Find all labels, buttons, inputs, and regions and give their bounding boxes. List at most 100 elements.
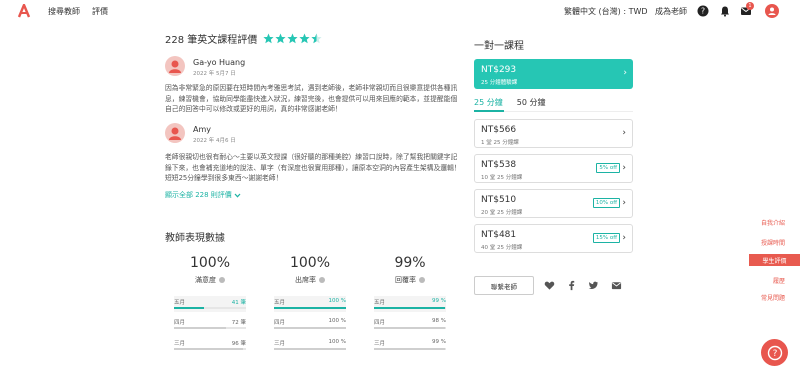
- progress-fill: [174, 348, 244, 350]
- chevron-right-icon: ›: [623, 68, 627, 78]
- discount-badge: 5% off: [596, 163, 620, 173]
- side-nav-intro[interactable]: 自我介紹: [761, 218, 785, 227]
- review-text: 因為非常緊急的原因要在短時間內考雅思考試，遇到老師後，老師非常親切而且很樂意提供…: [165, 84, 458, 113]
- month-value: 100 %: [328, 318, 346, 324]
- performance-title: 教師表現數據: [165, 233, 225, 244]
- month-label: 五月: [374, 300, 386, 306]
- become-teacher-link[interactable]: 成為老師: [655, 6, 687, 17]
- bell-icon[interactable]: [719, 5, 731, 17]
- progress-track: [374, 327, 446, 329]
- month-label: 五月: [274, 300, 286, 306]
- review-date: 2022 年 4月6 日: [193, 138, 236, 144]
- user-avatar[interactable]: [765, 4, 779, 18]
- progress-track: [274, 348, 346, 350]
- metric-attendance: 100% 出席率: [267, 255, 353, 285]
- package-sub: 10 堂 25 分鐘課: [481, 175, 523, 181]
- package-card[interactable]: NT$538 10 堂 25 分鐘課 5% off ›: [474, 154, 633, 183]
- package-card[interactable]: NT$481 40 堂 25 分鐘課 15% off ›: [474, 224, 633, 253]
- month-value: 72 筆: [231, 320, 246, 326]
- review-text: 老師很親切也很有耐心～主要以英文授課（很好聽的那種美腔）練習口說時，除了幫我把關…: [165, 153, 461, 182]
- month-label: 三月: [274, 341, 286, 347]
- email-share-icon[interactable]: [611, 280, 622, 291]
- nav-link-reviews[interactable]: 評價: [92, 6, 108, 17]
- month-label: 四月: [374, 320, 386, 326]
- month-label: 三月: [174, 341, 186, 347]
- facebook-icon[interactable]: [566, 280, 577, 291]
- star-icon: [263, 33, 274, 44]
- metric-satisfaction: 100% 滿意度: [167, 255, 253, 285]
- metric-label: 滿意度: [195, 276, 216, 284]
- twitter-icon[interactable]: [588, 280, 599, 291]
- metric-month-row: 四月 100 %: [274, 316, 346, 332]
- month-value: 100 %: [328, 339, 346, 345]
- discount-badge: 10% off: [592, 198, 620, 208]
- metric-value: 99%: [394, 255, 426, 271]
- side-nav-resume[interactable]: 履歷: [773, 276, 785, 285]
- month-label: 五月: [174, 300, 186, 306]
- help-button[interactable]: ?: [761, 339, 788, 366]
- metric-label: 回覆率: [395, 276, 416, 284]
- locale-selector[interactable]: 繁體中文 (台灣) : TWD: [564, 6, 648, 17]
- logo-icon[interactable]: [17, 4, 31, 18]
- nav-link-find-teacher[interactable]: 搜尋教師: [48, 6, 80, 17]
- progress-fill: [174, 327, 226, 329]
- reviewer-avatar: [165, 123, 185, 143]
- heart-icon[interactable]: [544, 280, 555, 291]
- reviews-header: 228 筆英文課程評價: [165, 31, 322, 46]
- reviewer-avatar: [165, 56, 185, 76]
- notification-badge: 1: [746, 2, 754, 10]
- chevron-right-icon: ›: [622, 163, 626, 173]
- top-nav: 搜尋教師 評價 繁體中文 (台灣) : TWD 成為老師 ? 1: [0, 0, 800, 22]
- metric-month-row: 四月 72 筆: [174, 316, 246, 332]
- metric-month-row: 四月 98 %: [374, 316, 446, 332]
- package-price: NT$510: [481, 195, 517, 205]
- star-icon: [287, 33, 298, 44]
- month-label: 四月: [174, 320, 186, 326]
- info-icon[interactable]: [219, 277, 225, 283]
- metric-value: 100%: [189, 255, 231, 271]
- duration-tabs: 25 分鐘 50 分鐘: [474, 97, 545, 108]
- reviews-title: 228 筆英文課程評價: [165, 35, 258, 46]
- show-all-reviews-link[interactable]: 顯示全部 228 則評價: [165, 190, 241, 200]
- metric-month-row: 三月 99 %: [374, 337, 446, 353]
- metric-month-row: 五月 99 %: [374, 296, 446, 312]
- info-icon[interactable]: [319, 277, 325, 283]
- person-icon: [169, 127, 181, 140]
- progress-fill: [274, 327, 346, 329]
- contact-teacher-button[interactable]: 聯繫老師: [474, 276, 534, 295]
- metric-value: 100%: [289, 255, 331, 271]
- reviewer-name: Ga-yo Huang: [193, 58, 246, 67]
- person-icon: [169, 60, 181, 73]
- star-icon: [299, 33, 310, 44]
- metric-month-row: 三月 100 %: [274, 337, 346, 353]
- side-nav-faq[interactable]: 常見問題: [761, 293, 785, 302]
- half-star-icon: [311, 33, 322, 44]
- package-card[interactable]: NT$510 20 堂 25 分鐘課 10% off ›: [474, 189, 633, 218]
- show-all-label: 顯示全部 228 則評價: [165, 191, 232, 199]
- side-nav-reviews[interactable]: 學生評價: [749, 254, 800, 266]
- metric-label: 出席率: [295, 276, 316, 284]
- package-sub: 20 堂 25 分鐘課: [481, 210, 523, 216]
- month-label: 三月: [374, 341, 386, 347]
- progress-fill: [374, 307, 446, 309]
- trial-sub: 25 分鐘體驗課: [481, 80, 518, 86]
- progress-track: [174, 307, 246, 309]
- info-icon[interactable]: [419, 277, 425, 283]
- package-card[interactable]: NT$566 1 堂 25 分鐘課 ›: [474, 119, 633, 148]
- side-nav-schedule[interactable]: 授課時間: [761, 238, 785, 247]
- chevron-right-icon: ›: [622, 128, 626, 138]
- tab-50-min[interactable]: 50 分鐘: [517, 97, 546, 108]
- progress-fill: [274, 348, 346, 350]
- chevron-right-icon: ›: [622, 233, 626, 243]
- help-circle-icon[interactable]: ?: [697, 5, 709, 17]
- tab-25-min[interactable]: 25 分鐘: [474, 97, 503, 108]
- reviewer-name: Amy: [193, 125, 211, 134]
- package-price: NT$566: [481, 125, 517, 135]
- progress-track: [374, 307, 446, 309]
- metric-response-rate: 99% 回覆率: [367, 255, 453, 285]
- review-date: 2022 年 5月7 日: [193, 71, 236, 77]
- trial-price: NT$293: [481, 65, 517, 75]
- trial-lesson-card[interactable]: NT$293 25 分鐘體驗課 ›: [474, 59, 633, 89]
- star-icon: [275, 33, 286, 44]
- svg-text:?: ?: [701, 7, 705, 16]
